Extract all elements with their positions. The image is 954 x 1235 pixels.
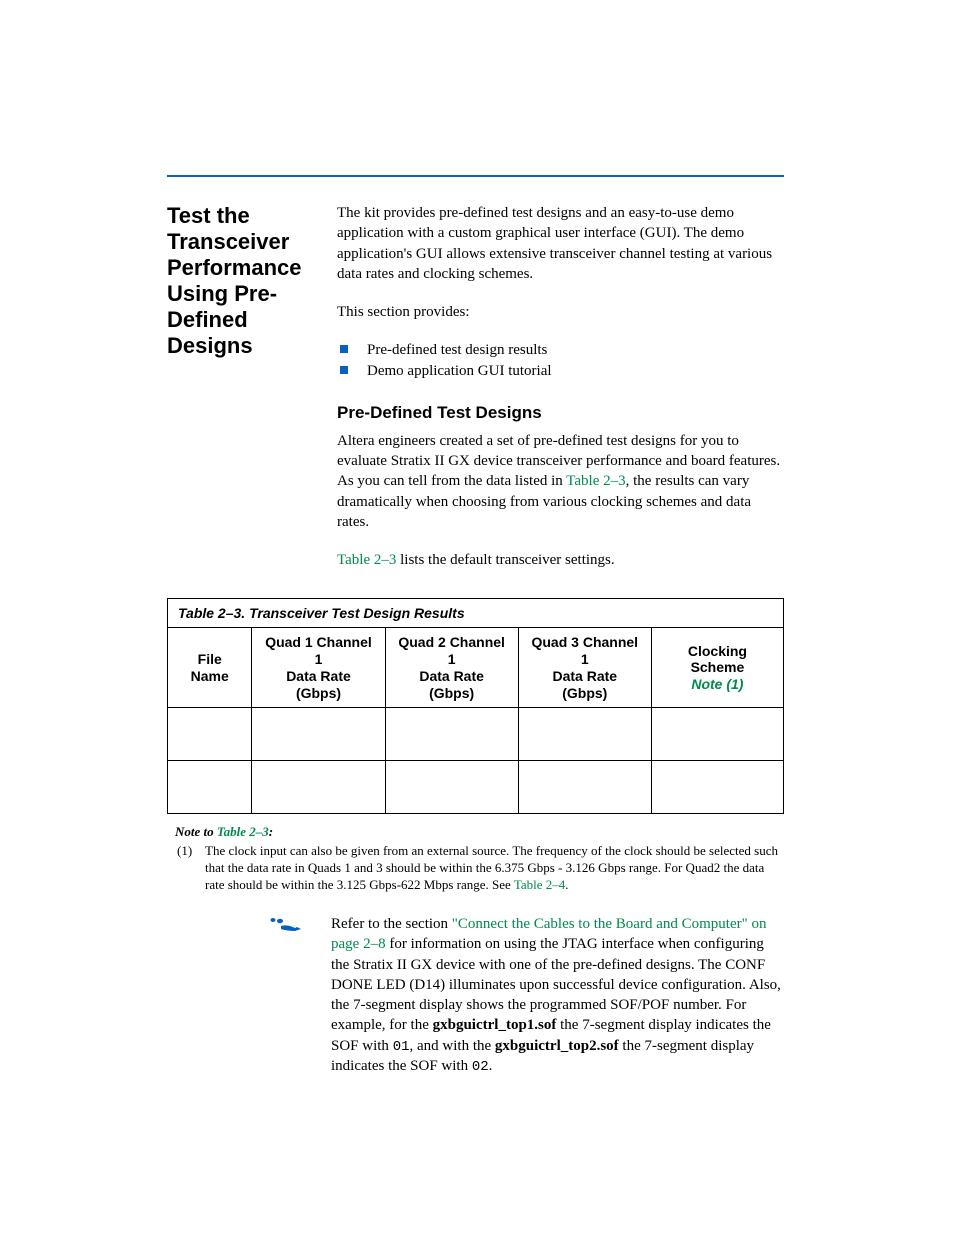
text: . bbox=[565, 877, 568, 892]
text: Quad 3 Channel 1 bbox=[531, 634, 638, 667]
body-column: The kit provides pre-defined test design… bbox=[337, 203, 784, 588]
table-title-row: Table 2–3. Transceiver Test Design Resul… bbox=[168, 599, 784, 628]
text: lists the default transceiver settings. bbox=[396, 552, 614, 568]
table-link[interactable]: Table 2–3 bbox=[337, 552, 396, 568]
note-item: (1) The clock input can also be given fr… bbox=[175, 843, 784, 894]
note-number: (1) bbox=[177, 843, 197, 894]
col-header-q2: Quad 2 Channel 1 Data Rate (Gbps) bbox=[385, 628, 518, 708]
text: Note to bbox=[175, 824, 217, 839]
text: Refer to the section bbox=[331, 916, 452, 932]
table-header-row: File Name Quad 1 Channel 1 Data Rate (Gb… bbox=[168, 628, 784, 708]
col-header-q1: Quad 1 Channel 1 Data Rate (Gbps) bbox=[252, 628, 385, 708]
note-text: The clock input can also be given from a… bbox=[205, 843, 784, 894]
settings-paragraph: Table 2–3 lists the default transceiver … bbox=[337, 550, 784, 570]
text: Quad 2 Channel 1 bbox=[398, 634, 505, 667]
filename: gxbguictrl_top1.sof bbox=[433, 1017, 557, 1033]
text: . bbox=[489, 1058, 493, 1074]
top-rule bbox=[167, 175, 784, 177]
table-title: Table 2–3. Transceiver Test Design Resul… bbox=[168, 599, 784, 628]
reference-text: Refer to the section "Connect the Cables… bbox=[331, 914, 784, 1077]
text: : bbox=[269, 824, 273, 839]
table-row bbox=[168, 761, 784, 814]
list-item: Demo application GUI tutorial bbox=[337, 361, 784, 381]
bullet-list: Pre-defined test design results Demo app… bbox=[337, 340, 784, 381]
text: Data Rate (Gbps) bbox=[419, 668, 484, 701]
sub-paragraph: Altera engineers created a set of pre-de… bbox=[337, 431, 784, 532]
text: Data Rate (Gbps) bbox=[286, 668, 351, 701]
section-title: Test the Transceiver Performance Using P… bbox=[167, 203, 307, 588]
col-header-file: File Name bbox=[168, 628, 252, 708]
two-column-layout: Test the Transceiver Performance Using P… bbox=[167, 203, 784, 588]
sub-heading: Pre-Defined Test Designs bbox=[337, 403, 784, 423]
table-row bbox=[168, 708, 784, 761]
code-value: 02 bbox=[472, 1059, 489, 1075]
code-value: 01 bbox=[393, 1039, 410, 1055]
text: Quad 1 Channel 1 bbox=[265, 634, 372, 667]
note-link[interactable]: Note (1) bbox=[691, 676, 743, 692]
text: , and with the bbox=[410, 1038, 495, 1054]
table-note: Note to Table 2–3: (1) The clock input c… bbox=[175, 824, 784, 894]
filename: gxbguictrl_top2.sof bbox=[495, 1038, 619, 1054]
results-table: Table 2–3. Transceiver Test Design Resul… bbox=[167, 598, 784, 814]
intro-paragraph: The kit provides pre-defined test design… bbox=[337, 203, 784, 284]
hand-point-icon bbox=[267, 916, 305, 1077]
table-link[interactable]: Table 2–4 bbox=[514, 877, 565, 892]
text: Data Rate (Gbps) bbox=[552, 668, 617, 701]
text: Clocking Scheme bbox=[688, 643, 747, 676]
text: The clock input can also be given from a… bbox=[205, 843, 778, 892]
provides-lead: This section provides: bbox=[337, 302, 784, 322]
note-label: Note to Table 2–3: bbox=[175, 824, 273, 839]
col-header-q3: Quad 3 Channel 1 Data Rate (Gbps) bbox=[518, 628, 651, 708]
table-link[interactable]: Table 2–3 bbox=[217, 824, 269, 839]
reference-block: Refer to the section "Connect the Cables… bbox=[267, 914, 784, 1077]
col-header-clock: Clocking Scheme Note (1) bbox=[651, 628, 783, 708]
page: Test the Transceiver Performance Using P… bbox=[0, 0, 954, 1177]
table-link[interactable]: Table 2–3 bbox=[566, 473, 625, 489]
list-item: Pre-defined test design results bbox=[337, 340, 784, 360]
